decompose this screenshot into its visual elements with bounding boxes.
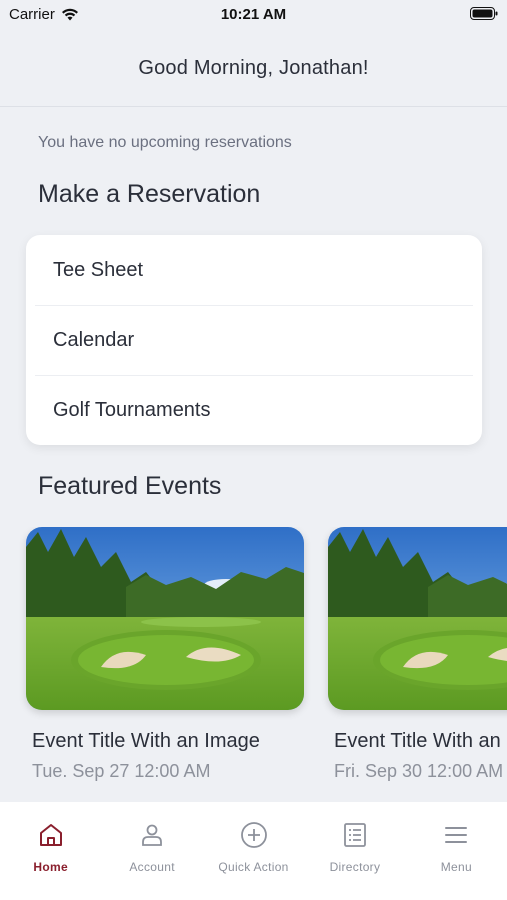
tab-label: Account <box>129 860 175 874</box>
person-icon <box>137 820 167 850</box>
hamburger-icon <box>441 820 471 850</box>
battery-icon <box>470 7 498 20</box>
no-reservations-message: You have no upcoming reservations <box>38 134 292 151</box>
event-title: Event Title With an Image <box>32 730 260 752</box>
reservation-item-label: Tee Sheet <box>53 258 144 281</box>
header: Good Morning, Jonathan! <box>0 30 507 107</box>
tab-label: Directory <box>329 860 381 874</box>
event-title: Event Title With an Image <box>334 730 507 752</box>
reservation-item-tee-sheet[interactable]: Tee Sheet <box>26 235 482 305</box>
reservation-item-calendar[interactable]: Calendar <box>26 305 482 375</box>
event-card[interactable]: Event Title With an Image Tue. Sep 27 12… <box>26 527 304 782</box>
list-icon <box>340 820 370 850</box>
tab-directory[interactable]: Directory <box>304 802 405 900</box>
make-reservation-title: Make a Reservation <box>38 180 261 208</box>
featured-events-title: Featured Events <box>38 472 222 500</box>
status-time: 10:21 AM <box>220 6 287 23</box>
event-image <box>26 527 304 710</box>
tab-bar: Home Account Quick Action Directory Menu <box>0 802 507 900</box>
reservation-item-label: Golf Tournaments <box>53 398 211 421</box>
home-icon <box>36 820 66 850</box>
greeting-title: Good Morning, Jonathan! <box>138 56 369 79</box>
reservation-item-golf-tournaments[interactable]: Golf Tournaments <box>26 375 482 445</box>
tab-label: Menu <box>440 860 472 874</box>
tab-label: Quick Action <box>218 860 289 874</box>
reservation-options-card: Tee Sheet Calendar Golf Tournaments <box>26 235 482 445</box>
tab-menu[interactable]: Menu <box>406 802 507 900</box>
tab-quick-action[interactable]: Quick Action <box>203 802 304 900</box>
event-image <box>328 527 507 710</box>
event-date: Fri. Sep 30 12:00 AM <box>334 761 504 781</box>
tab-account[interactable]: Account <box>101 802 202 900</box>
status-bar: Carrier 10:21 AM <box>0 0 507 30</box>
event-date: Tue. Sep 27 12:00 AM <box>32 761 211 781</box>
featured-events-carousel[interactable]: Event Title With an Image Tue. Sep 27 12… <box>0 527 507 797</box>
tab-label: Home <box>33 860 68 874</box>
tab-home[interactable]: Home <box>0 802 101 900</box>
reservation-item-label: Calendar <box>53 328 135 351</box>
plus-circle-icon <box>239 820 269 850</box>
event-card[interactable]: Event Title With an Image Fri. Sep 30 12… <box>328 527 507 782</box>
